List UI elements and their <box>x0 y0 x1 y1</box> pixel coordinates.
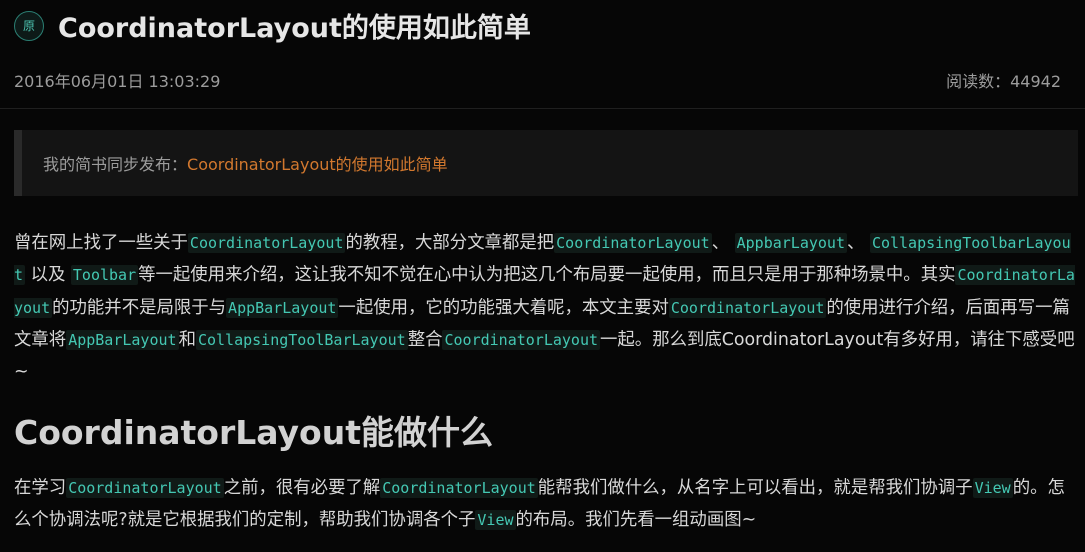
section-paragraph: 在学习 CoordinatorLayout 之前，很有必要了解 Coordinator… <box>14 472 1080 537</box>
text: 之前，很有必要了解 <box>223 478 381 498</box>
inline-code: CoordinatorLayout <box>66 478 224 498</box>
inline-code: Toolbar <box>70 265 139 286</box>
article-title[interactable]: CoordinatorLayout的使用如此简单 <box>58 6 531 45</box>
read-count-value: 44942 <box>1010 72 1061 91</box>
read-count: 阅读数：44942 <box>946 68 1061 92</box>
text: 的教程，大部分文章都是把 <box>345 233 555 253</box>
text: 以及 <box>30 265 66 286</box>
text: 曾在网上找了一些关于 <box>14 233 188 253</box>
text: 整合 <box>407 329 443 350</box>
inline-code: CoordinatorLayout <box>554 233 712 253</box>
inline-code: AppBarLayout <box>66 329 179 350</box>
text: 、 <box>847 233 865 253</box>
text: 的布局。我们先看一组动画图~ <box>515 510 757 531</box>
read-count-label: 阅读数： <box>946 72 1011 91</box>
original-badge: 原 <box>14 10 44 41</box>
inline-code: AppbarLayout <box>734 233 847 253</box>
text: 一起使用，它的功能强大着呢，本文主要对 <box>338 297 669 318</box>
text: 的功能并不是局限于与 <box>52 297 227 318</box>
text: 在学习 <box>14 478 67 498</box>
text: 、 <box>711 233 730 253</box>
section-heading: CoordinatorLayout能做什么 <box>14 413 493 452</box>
text: 等一起使用来介绍，这让我不知不觉在心中认为把这几个布局要一起使用，而且只是用于那… <box>138 265 956 286</box>
inline-code: CoordinatorLayout <box>380 478 538 498</box>
header-divider <box>0 108 1085 109</box>
text: 能帮我们做什么，从名字上可以看出，就是帮我们协调子 <box>537 478 973 498</box>
inline-code: CollapsingToolBarLayout <box>195 329 408 350</box>
inline-code: View <box>972 478 1013 498</box>
quote-prefix: 我的简书同步发布： <box>43 155 188 174</box>
jianshu-link[interactable]: CoordinatorLayout的使用如此简单 <box>187 151 448 175</box>
inline-code: CoordinatorLayout <box>668 297 827 318</box>
sync-blockquote: 我的简书同步发布： CoordinatorLayout的使用如此简单 <box>14 130 1078 196</box>
intro-paragraph: 曾在网上找了一些关于 CoordinatorLayout 的教程，大部分文章都是把 C… <box>14 227 1080 388</box>
inline-code: CoordinatorLayout <box>442 329 601 350</box>
publish-date: 2016年06月01日 13:03:29 <box>14 72 221 91</box>
inline-code: CoordinatorLayout <box>187 233 346 253</box>
inline-code: AppBarLayout <box>226 297 339 318</box>
article-header: 原 CoordinatorLayout的使用如此简单 <box>14 6 531 45</box>
text: 和 <box>178 329 196 350</box>
inline-code: View <box>475 510 516 531</box>
